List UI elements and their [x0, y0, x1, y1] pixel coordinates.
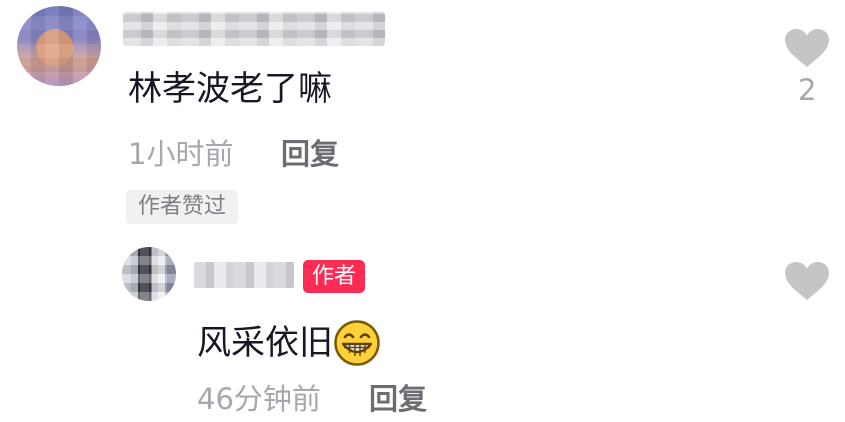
reply-like-button[interactable]: [784, 261, 830, 301]
author-liked-badge: 作者赞过: [126, 190, 239, 224]
like-count: 2: [798, 73, 817, 107]
heart-icon: [785, 262, 829, 300]
username[interactable]: [123, 12, 385, 46]
reply-button[interactable]: 回复: [369, 385, 427, 414]
reply-text: 风采依旧: [197, 323, 333, 363]
author-badge: 作者: [303, 260, 366, 293]
avatar[interactable]: [17, 6, 101, 86]
like-button[interactable]: [784, 28, 830, 68]
heart-icon: [785, 29, 829, 67]
grinning-face-icon: [334, 320, 380, 366]
reply-time: 46分钟前: [197, 382, 321, 416]
reply-avatar[interactable]: [122, 247, 176, 301]
reply-button[interactable]: 回复: [281, 140, 339, 169]
comment-text: 林孝波老了嘛: [128, 69, 332, 109]
reply-username[interactable]: [194, 262, 294, 288]
comment-time: 1小时前: [128, 137, 234, 171]
